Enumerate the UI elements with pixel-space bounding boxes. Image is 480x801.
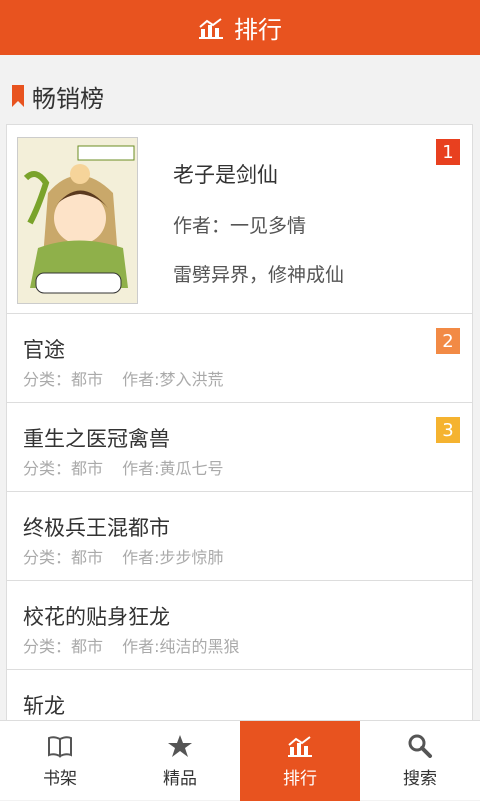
book-title: 斩龙 [23,694,65,718]
book-title: 重生之医冠禽兽 [23,427,170,451]
book-author: 作者:梦入洪荒 [122,370,224,389]
tab-label: 搜索 [403,768,437,789]
book-category: 分类：都市 [23,548,104,567]
tab-ranking[interactable]: 排行 [240,721,360,801]
section-title: 畅销榜 [32,84,104,113]
book-meta: 分类：都市 作者:步步惊肺 [23,544,238,568]
book-title: 校花的贴身狂龙 [23,605,170,629]
book-title: 官途 [23,338,65,362]
tab-label: 书架 [43,768,77,789]
book-info: 老子是剑仙 作者：一见多情 雷劈异界，修神成仙 [173,159,344,287]
section-header: 畅销榜 [12,80,104,113]
tab-search[interactable]: 搜索 [360,721,480,801]
book-category: 分类：都市 [23,637,104,656]
chart-icon [288,735,312,757]
page-title: 排行 [234,16,282,44]
book-meta: 分类：都市 作者:黄瓜七号 [23,455,238,479]
book-item[interactable]: 斩龙 [6,669,473,720]
book-item[interactable]: 重生之医冠禽兽 分类：都市 作者:黄瓜七号 3 [6,402,473,491]
book-icon [48,735,72,758]
search-icon [408,734,432,758]
book-title: 终极兵王混都市 [23,516,170,540]
book-category: 分类：都市 [23,459,104,478]
tab-label: 排行 [283,768,317,789]
book-item[interactable]: 校花的贴身狂龙 分类：都市 作者:纯洁的黑狼 [6,580,473,669]
book-author: 作者：一见多情 [173,215,307,237]
rank-badge: 1 [436,139,460,165]
book-meta: 分类：都市 作者:纯洁的黑狼 [23,633,254,657]
bookmark-icon [12,85,24,107]
star-icon [168,734,192,757]
book-list[interactable]: 老子是剑仙 作者：一见多情 雷劈异界，修神成仙 1 官途 分类：都市 作者:梦入… [6,124,473,720]
book-item[interactable]: 官途 分类：都市 作者:梦入洪荒 2 [6,313,473,402]
book-category: 分类：都市 [23,370,104,389]
app-header: 排行 [0,0,480,55]
tab-label: 精品 [163,768,197,789]
book-author: 作者:黄瓜七号 [122,459,224,478]
book-title: 老子是剑仙 [173,163,278,187]
bottom-tab-bar: 书架 精品 排行 搜索 [0,720,480,801]
book-item-featured[interactable]: 老子是剑仙 作者：一见多情 雷劈异界，修神成仙 1 [6,124,473,313]
tab-featured[interactable]: 精品 [120,721,240,801]
chart-icon [199,17,223,39]
book-author: 作者:步步惊肺 [122,548,224,567]
book-cover-image [17,137,138,304]
rank-badge: 2 [436,328,460,354]
rank-badge: 3 [436,417,460,443]
book-item[interactable]: 终极兵王混都市 分类：都市 作者:步步惊肺 [6,491,473,580]
book-author: 作者:纯洁的黑狼 [122,637,240,656]
book-meta: 分类：都市 作者:梦入洪荒 [23,366,238,390]
book-description: 雷劈异界，修神成仙 [173,264,345,286]
tab-bookshelf[interactable]: 书架 [0,721,120,801]
